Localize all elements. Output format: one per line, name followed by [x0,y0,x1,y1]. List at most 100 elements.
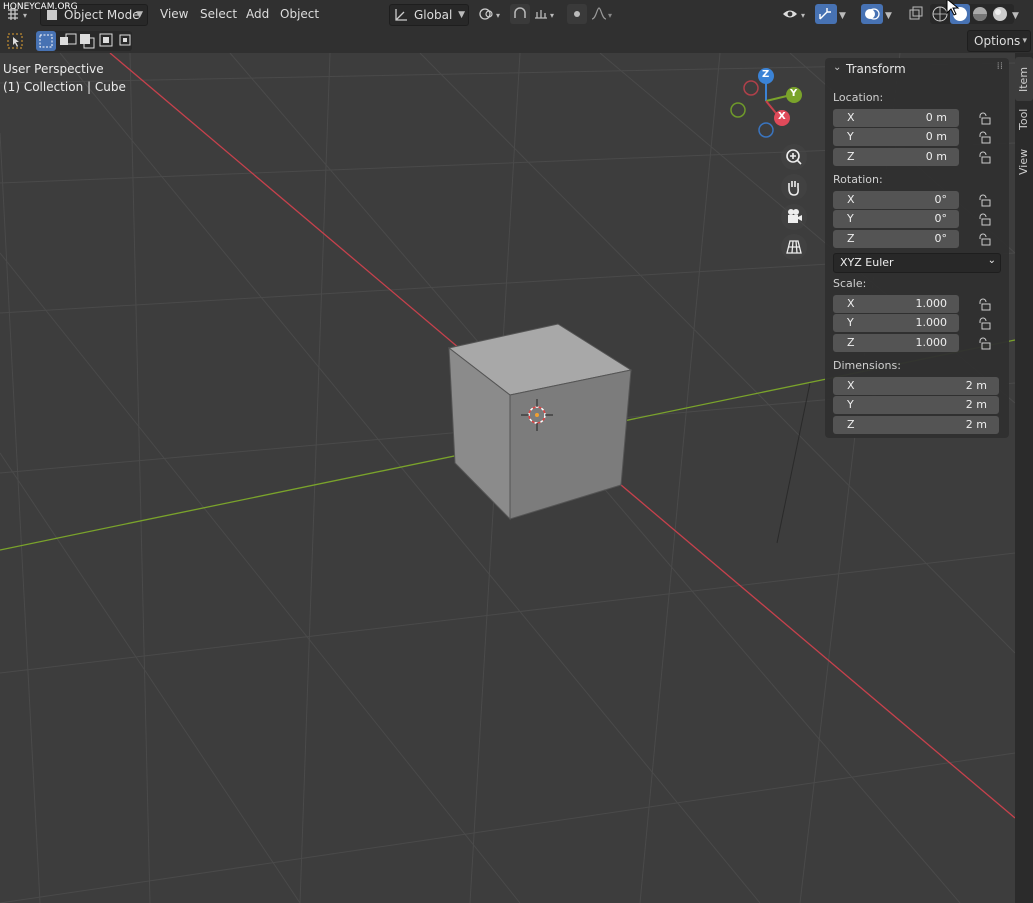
chevron-down-icon: ▾ [1022,36,1027,46]
menu-add[interactable]: Add [246,4,269,24]
pivot-button[interactable]: ▾ [476,4,506,24]
chevron-down-icon: ▼ [136,10,143,20]
chevron-down-icon: ▼ [885,11,892,21]
zoom-icon [786,149,802,165]
perspective-toggle-button[interactable] [781,234,807,260]
location-z-field[interactable]: Z 0 m [833,148,959,166]
svg-text:▾: ▾ [608,11,612,20]
xray-toggle[interactable] [906,4,926,24]
axis-label: Y [847,398,854,411]
orientation-dropdown[interactable]: Global ▼ [389,4,469,26]
scale-z-field[interactable]: Z 1.000 [833,334,959,352]
rotation-mode-dropdown[interactable]: XYZ Euler ⌄ [833,253,1001,273]
visibility-button[interactable]: ▾ [781,4,811,24]
svg-text:▾: ▾ [23,11,27,20]
menu-select[interactable]: Select [200,4,237,24]
location-x-field[interactable]: X 0 m [833,109,959,127]
viewport-header: ▾ Object Mode ▼ View Select Add Object G… [0,0,1033,29]
lock-icon[interactable] [977,336,991,350]
wireframe-shading-icon [932,6,948,22]
orientation-label: Global [414,8,453,22]
dimensions-label: Dimensions: [833,359,901,372]
lock-icon[interactable] [977,212,991,226]
mouse-pointer-icon [946,0,960,16]
drag-handle-icon[interactable]: ⁞⁞ [997,61,1003,72]
chevron-down-icon: ⌄ [987,255,996,266]
scale-label: Scale: [833,277,867,290]
active-tool-button[interactable] [5,31,27,51]
pivot-icon: ▾ [479,8,500,20]
falloff-icon: ▾ [591,7,612,20]
material-shading-icon [973,7,987,21]
axis-label: Z [847,232,855,245]
lock-icon[interactable] [977,316,991,330]
pan-button[interactable] [781,174,807,200]
field-value: 1.000 [915,316,948,329]
shading-dropdown[interactable]: ▼ [1012,4,1026,24]
cube-mesh [447,323,633,521]
axis-label: Y [847,212,854,225]
tab-tool[interactable]: Tool [1015,101,1033,137]
snap-toggle[interactable] [510,4,530,24]
lock-icon[interactable] [977,150,991,164]
field-value: 0° [934,212,948,225]
rotation-z-field[interactable]: Z 0° [833,230,959,248]
navigation-gizmo[interactable]: Z Y X [725,63,810,143]
menu-view[interactable]: View [160,4,188,24]
selection-mode-icons [36,31,131,51]
overlay-dropdown[interactable]: ▼ [885,4,899,24]
axis-label: Z [847,150,855,163]
gizmo-y-label: Y [790,88,798,99]
tab-item[interactable]: Item [1015,57,1033,101]
snap-target-button[interactable]: ▾ [532,4,560,24]
axis-label: Y [847,316,854,329]
scale-x-field[interactable]: X 1.000 [833,295,959,313]
rotation-y-field[interactable]: Y 0° [833,210,959,228]
chevron-down-icon: ▼ [1012,11,1019,21]
rotation-label: Rotation: [833,173,883,186]
field-value: 2 m [965,418,987,431]
shading-buttons [930,4,1014,24]
menu-object[interactable]: Object [280,4,319,24]
proportional-toggle[interactable] [567,4,587,24]
options-dropdown[interactable]: Options ▾ [967,30,1031,52]
chevron-down-icon: ▼ [458,10,465,20]
field-value: 0° [934,193,948,206]
lock-icon[interactable] [977,193,991,207]
scale-y-field[interactable]: Y 1.000 [833,314,959,332]
visibility-icon: ▾ [783,10,805,20]
transform-panel-header[interactable]: ⌄ Transform ⁞⁞ [831,61,1003,79]
field-value: 1.000 [915,297,948,310]
axis-label: Z [847,336,855,349]
location-label: Location: [833,91,884,104]
overlay-toggle[interactable] [861,4,883,24]
tool-settings-bar: Options ▾ [0,28,1033,53]
zoom-button[interactable] [781,144,807,170]
lock-icon[interactable] [977,130,991,144]
tab-view[interactable]: View [1015,143,1033,181]
lock-icon[interactable] [977,232,991,246]
falloff-button[interactable]: ▾ [589,4,617,24]
camera-view-button[interactable] [781,204,807,230]
camera-icon [788,209,802,223]
xray-icon [909,6,923,20]
dimensions-y-field[interactable]: Y 2 m [833,396,999,414]
axis-label: X [847,297,855,310]
location-y-field[interactable]: Y 0 m [833,128,959,146]
gizmo-dropdown[interactable]: ▼ [839,4,853,24]
dimensions-z-field[interactable]: Z 2 m [833,416,999,434]
overlay-icon [865,8,880,20]
sidebar-tabs: Item Tool View [1015,53,1033,903]
gizmo-icon [819,8,831,20]
rotation-x-field[interactable]: X 0° [833,191,959,209]
gizmo-toggle[interactable] [815,4,837,24]
lock-icon[interactable] [977,111,991,125]
options-label: Options [974,34,1021,48]
chevron-down-icon: ▼ [839,11,846,21]
snap-icon [514,7,526,18]
field-value: 2 m [965,379,987,392]
chevron-down-icon: ⌄ [833,62,842,73]
dimensions-x-field[interactable]: X 2 m [833,377,999,395]
svg-text:▾: ▾ [801,11,805,20]
lock-icon[interactable] [977,297,991,311]
